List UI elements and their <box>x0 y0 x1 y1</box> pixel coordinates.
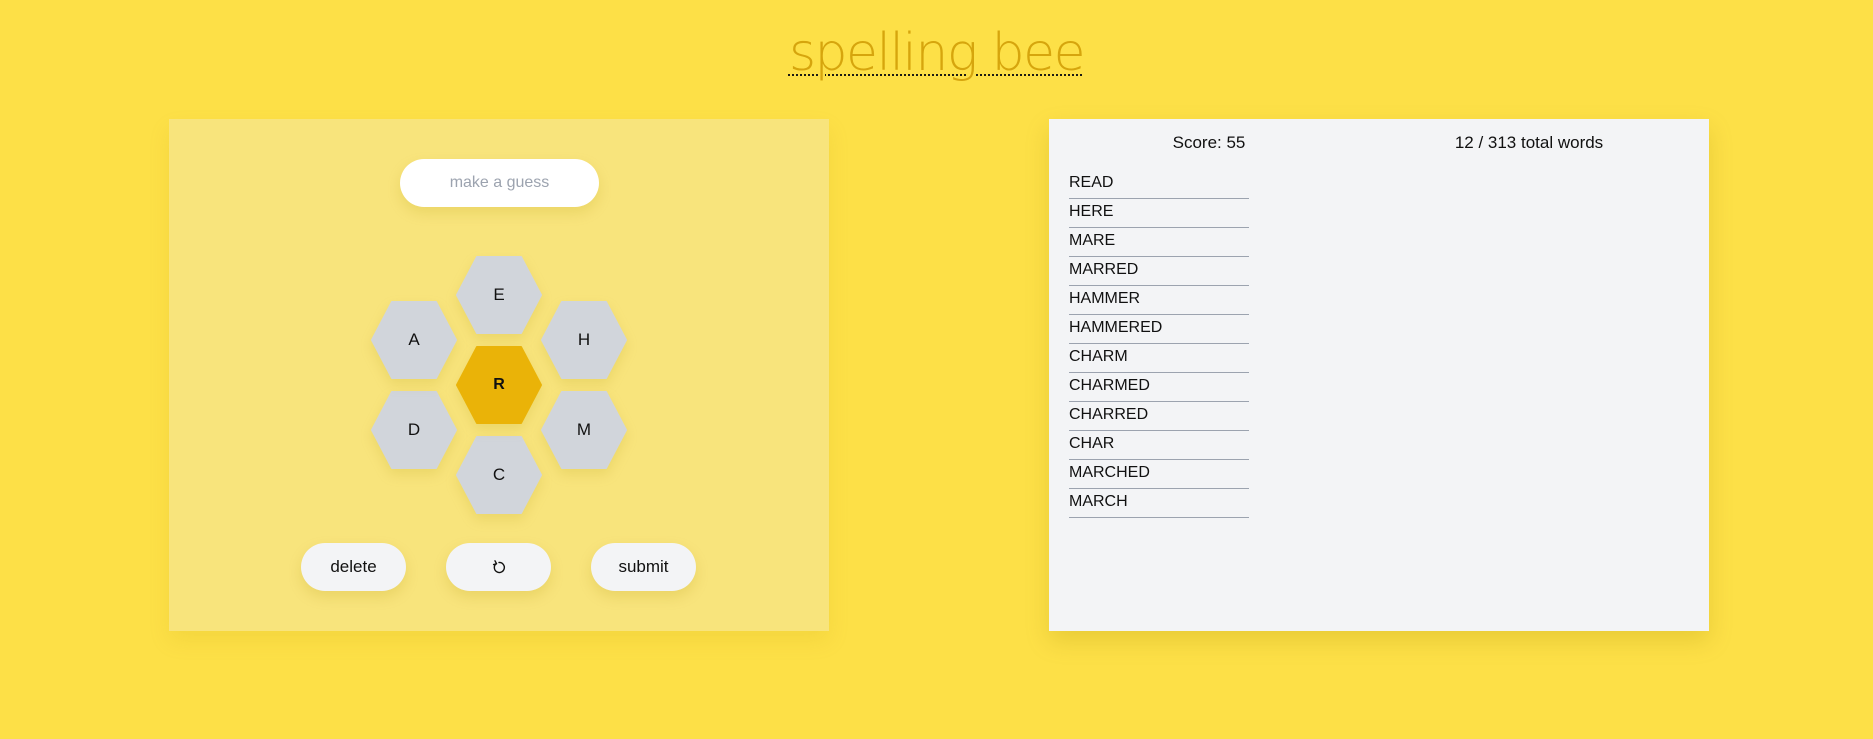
guess-input[interactable] <box>400 159 599 207</box>
letter-hex-label: D <box>407 420 421 439</box>
score-label: Score: 55 <box>1172 133 1246 152</box>
shuffle-icon <box>492 560 505 574</box>
center-letter-label: R <box>493 376 505 393</box>
results-panel: Score: 55 12 / 313 total words READ HERE… <box>1049 119 1709 631</box>
letter-hex-upper-right[interactable]: H <box>541 301 627 379</box>
found-word: HAMMER <box>1069 286 1249 315</box>
page-title-text: spelling bee <box>788 23 1086 83</box>
letter-hex-label: M <box>576 420 592 439</box>
submit-button[interactable]: submit <box>591 543 696 591</box>
letter-hex-label: H <box>577 330 591 349</box>
letter-hex-bottom[interactable]: C <box>456 436 542 514</box>
found-word: READ <box>1069 170 1249 199</box>
found-word: MARE <box>1069 228 1249 257</box>
found-word: CHARM <box>1069 344 1249 373</box>
found-word: CHARMED <box>1069 373 1249 402</box>
letter-hex-upper-left[interactable]: A <box>371 301 457 379</box>
letter-hex-lower-left[interactable]: D <box>371 391 457 469</box>
found-word: MARCH <box>1069 489 1249 518</box>
shuffle-button[interactable] <box>446 543 551 591</box>
found-words-list: READ HERE MARE MARRED HAMMER HAMMERED CH… <box>1069 170 1249 518</box>
found-word: MARRED <box>1069 257 1249 286</box>
letter-hex-label: A <box>408 330 420 349</box>
found-word: CHARRED <box>1069 402 1249 431</box>
game-panel: E H M C D A R delete <box>169 119 829 631</box>
letter-hex-lower-right[interactable]: M <box>541 391 627 469</box>
letter-hex-top[interactable]: E <box>456 256 542 334</box>
page-title: spelling bee <box>0 18 1873 88</box>
word-count-label: 12 / 313 total words <box>1454 133 1604 152</box>
found-word: HAMMERED <box>1069 315 1249 344</box>
found-word: MARCHED <box>1069 460 1249 489</box>
letter-hex-label: E <box>493 285 505 304</box>
letter-hex-label: C <box>492 465 506 484</box>
found-word: CHAR <box>1069 431 1249 460</box>
found-word: HERE <box>1069 199 1249 228</box>
delete-button[interactable]: delete <box>301 543 406 591</box>
center-letter-hex[interactable]: R <box>456 346 542 424</box>
